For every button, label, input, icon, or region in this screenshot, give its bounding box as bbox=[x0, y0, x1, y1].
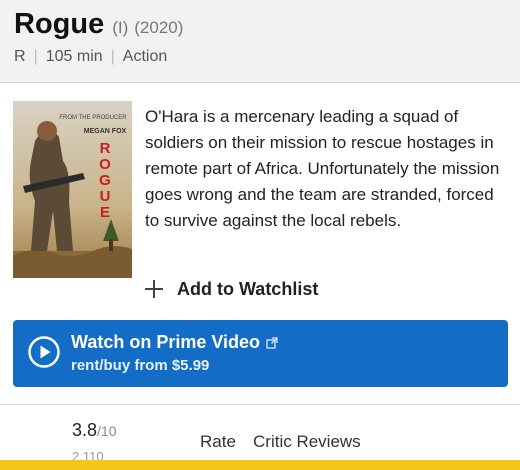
title-row: Rogue (I) (2020) bbox=[14, 8, 183, 41]
prime-title: Watch on Prime Video bbox=[71, 332, 278, 353]
rating-out-of: /10 bbox=[97, 423, 117, 439]
poster-actor-text: MEGAN FOX bbox=[84, 128, 127, 135]
poster-image: FROM THE PRODUCER MEGAN FOX R O G U E bbox=[13, 101, 132, 278]
prime-subtitle: rent/buy from $5.99 bbox=[71, 357, 210, 374]
plus-icon bbox=[145, 280, 163, 298]
bottom-highlight-bar bbox=[0, 460, 520, 470]
meta-separator: | bbox=[110, 48, 115, 65]
critic-reviews-link[interactable]: Critic Reviews bbox=[253, 432, 361, 452]
watchlist-label: Add to Watchlist bbox=[177, 278, 319, 299]
plot-summary: O'Hara is a mercenary leading a squad of… bbox=[145, 107, 500, 230]
rate-button[interactable]: Rate bbox=[200, 432, 236, 452]
genre-link[interactable]: Action bbox=[123, 48, 167, 65]
movie-title: Rogue bbox=[14, 8, 105, 40]
meta-separator: | bbox=[33, 48, 38, 65]
svg-text:G: G bbox=[99, 172, 111, 189]
imdb-rating: 3.8/10 bbox=[72, 420, 117, 441]
svg-text:R: R bbox=[100, 140, 111, 157]
runtime: 105 min bbox=[45, 48, 103, 65]
external-link-icon bbox=[266, 337, 278, 349]
svg-text:FROM THE PRODUCER: FROM THE PRODUCER bbox=[59, 115, 127, 121]
movie-poster[interactable]: FROM THE PRODUCER MEGAN FOX R O G U E bbox=[13, 101, 132, 278]
svg-text:O: O bbox=[99, 156, 111, 173]
svg-text:E: E bbox=[100, 204, 110, 221]
title-header: Rogue (I) (2020) R | 105 min | Action bbox=[0, 0, 520, 83]
section-divider bbox=[0, 404, 520, 405]
title-disambiguation: (I) bbox=[112, 18, 129, 37]
add-to-watchlist-button[interactable]: Add to Watchlist bbox=[145, 276, 318, 302]
rating-value: 3.8 bbox=[72, 420, 98, 440]
prime-title-text: Watch on Prime Video bbox=[71, 332, 261, 352]
watch-on-prime-button[interactable]: Watch on Prime Video rent/buy from $5.99 bbox=[13, 320, 508, 387]
certificate: R bbox=[14, 48, 26, 65]
release-year: (2020) bbox=[134, 18, 184, 37]
movie-meta: R | 105 min | Action bbox=[14, 48, 167, 66]
svg-text:U: U bbox=[100, 188, 111, 205]
play-circle-icon bbox=[28, 336, 60, 368]
